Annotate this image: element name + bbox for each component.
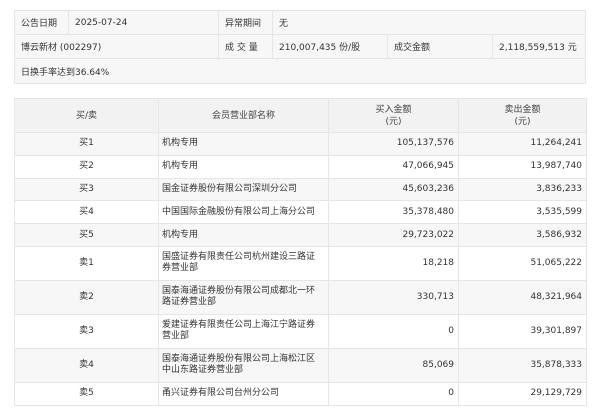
announcement-info-panel: 公告日期 2025-07-24 异常期间 无 博云新材 (002297) 成 交… — [14, 10, 586, 84]
table-row: 卖1 国盛证券有限责任公司杭州建设三路证券营业部 18,218 51,065,2… — [14, 245, 587, 281]
row-type: 买3 — [14, 177, 159, 202]
row-type: 卖2 — [14, 279, 159, 315]
volume-value: 210,007,435 份/股 — [273, 35, 388, 58]
date-value: 2025-07-24 — [69, 11, 219, 34]
col-header-dept-label: 会员营业部名称 — [211, 110, 275, 121]
reason-text: 日换手率达到36.64% — [21, 67, 110, 78]
info-row-reason: 日换手率达到36.64% — [15, 59, 585, 83]
col-header-buy: 买入金额 (元) — [328, 98, 459, 133]
row-sell-amount: 35,878,333 — [458, 347, 587, 383]
row-type: 买4 — [14, 200, 159, 225]
row-dept: 甬兴证券有限公司台州分公司 — [158, 381, 329, 406]
row-sell-amount: 51,065,222 — [458, 245, 587, 281]
row-type: 买5 — [14, 223, 159, 247]
col-header-sell-unit: (元) — [514, 116, 531, 127]
volume-label: 成 交 量 — [219, 35, 273, 58]
table-header-row: 买/卖 会员营业部名称 买入金额 (元) 卖出金额 (元) — [14, 98, 587, 133]
row-dept: 国泰海通证券股份有限公司上海松江区中山东路证券营业部 — [158, 347, 329, 383]
row-sell-amount: 29,129,729 — [458, 381, 587, 406]
row-dept: 机构专用 — [158, 223, 329, 247]
col-header-type: 买/卖 — [14, 98, 159, 133]
info-row-volume: 博云新材 (002297) 成 交 量 210,007,435 份/股 成交金额… — [15, 35, 585, 59]
amount-value: 2,118,559,513 元 — [499, 43, 577, 53]
stock-name: 博云新材 (002297) — [15, 35, 219, 58]
row-buy-amount: 29,723,022 — [328, 223, 459, 247]
table-row: 买2 机构专用 47,066,945 13,987,740 — [14, 154, 587, 179]
date-label: 公告日期 — [15, 11, 69, 34]
table-row: 买1 机构专用 105,137,576 11,264,241 — [14, 132, 587, 156]
row-buy-amount: 35,378,480 — [328, 200, 459, 225]
amount-label: 成交金额 — [388, 35, 493, 58]
row-type: 买1 — [14, 132, 159, 156]
row-sell-amount: 3,586,932 — [458, 223, 587, 247]
table-row: 卖2 国泰海通证券股份有限公司成都北一环路证券营业部 330,713 48,32… — [14, 279, 587, 315]
info-row-date: 公告日期 2025-07-24 异常期间 无 — [15, 11, 585, 35]
row-sell-amount: 3,836,233 — [458, 177, 587, 202]
row-sell-amount: 48,321,964 — [458, 279, 587, 315]
row-type: 卖3 — [14, 313, 159, 349]
row-type: 卖4 — [14, 347, 159, 383]
row-sell-amount: 13,987,740 — [458, 154, 587, 179]
period-value: 无 — [279, 19, 289, 29]
row-dept: 国泰海通证券股份有限公司成都北一环路证券营业部 — [158, 279, 329, 315]
row-buy-amount: 18,218 — [328, 245, 459, 281]
row-dept: 中国国际金融股份有限公司上海分公司 — [158, 200, 329, 225]
row-dept: 国盛证券有限责任公司杭州建设三路证券营业部 — [158, 245, 329, 281]
col-header-sell-label: 卖出金额 — [504, 104, 541, 115]
row-dept: 爱建证券有限责任公司上海江宁路证券营业部 — [158, 313, 329, 349]
row-dept: 机构专用 — [158, 154, 329, 179]
row-dept: 机构专用 — [158, 132, 329, 156]
period-label: 异常期间 — [219, 11, 273, 34]
row-sell-amount: 11,264,241 — [458, 132, 587, 156]
col-header-dept: 会员营业部名称 — [158, 98, 329, 133]
row-dept: 国金证券股份有限公司深圳分公司 — [158, 177, 329, 202]
table-row: 买3 国金证券股份有限公司深圳分公司 45,603,236 3,836,233 — [14, 177, 587, 202]
table-row: 卖4 国泰海通证券股份有限公司上海松江区中山东路证券营业部 85,069 35,… — [14, 347, 587, 383]
row-type: 买2 — [14, 154, 159, 179]
col-header-sell: 卖出金额 (元) — [458, 98, 587, 133]
row-sell-amount: 39,301,897 — [458, 313, 587, 349]
table-row: 卖3 爱建证券有限责任公司上海江宁路证券营业部 0 39,301,897 — [14, 313, 587, 349]
table-row: 买5 机构专用 29,723,022 3,586,932 — [14, 223, 587, 247]
trading-seats-table: 买/卖 会员营业部名称 买入金额 (元) 卖出金额 (元) 买1 机构专用 10… — [14, 98, 587, 406]
row-buy-amount: 0 — [328, 313, 459, 349]
row-buy-amount: 85,069 — [328, 347, 459, 383]
col-header-buy-label: 买入金额 — [375, 104, 412, 115]
col-header-type-label: 买/卖 — [75, 110, 98, 121]
row-buy-amount: 47,066,945 — [328, 154, 459, 179]
col-header-buy-unit: (元) — [385, 116, 402, 127]
row-buy-amount: 0 — [328, 381, 459, 406]
row-type: 卖5 — [14, 381, 159, 406]
table-row: 买4 中国国际金融股份有限公司上海分公司 35,378,480 3,535,59… — [14, 200, 587, 225]
table-row: 卖5 甬兴证券有限公司台州分公司 0 29,129,729 — [14, 381, 587, 406]
row-type: 卖1 — [14, 245, 159, 281]
row-buy-amount: 45,603,236 — [328, 177, 459, 202]
row-buy-amount: 105,137,576 — [328, 132, 459, 156]
row-sell-amount: 3,535,599 — [458, 200, 587, 225]
row-buy-amount: 330,713 — [328, 279, 459, 315]
